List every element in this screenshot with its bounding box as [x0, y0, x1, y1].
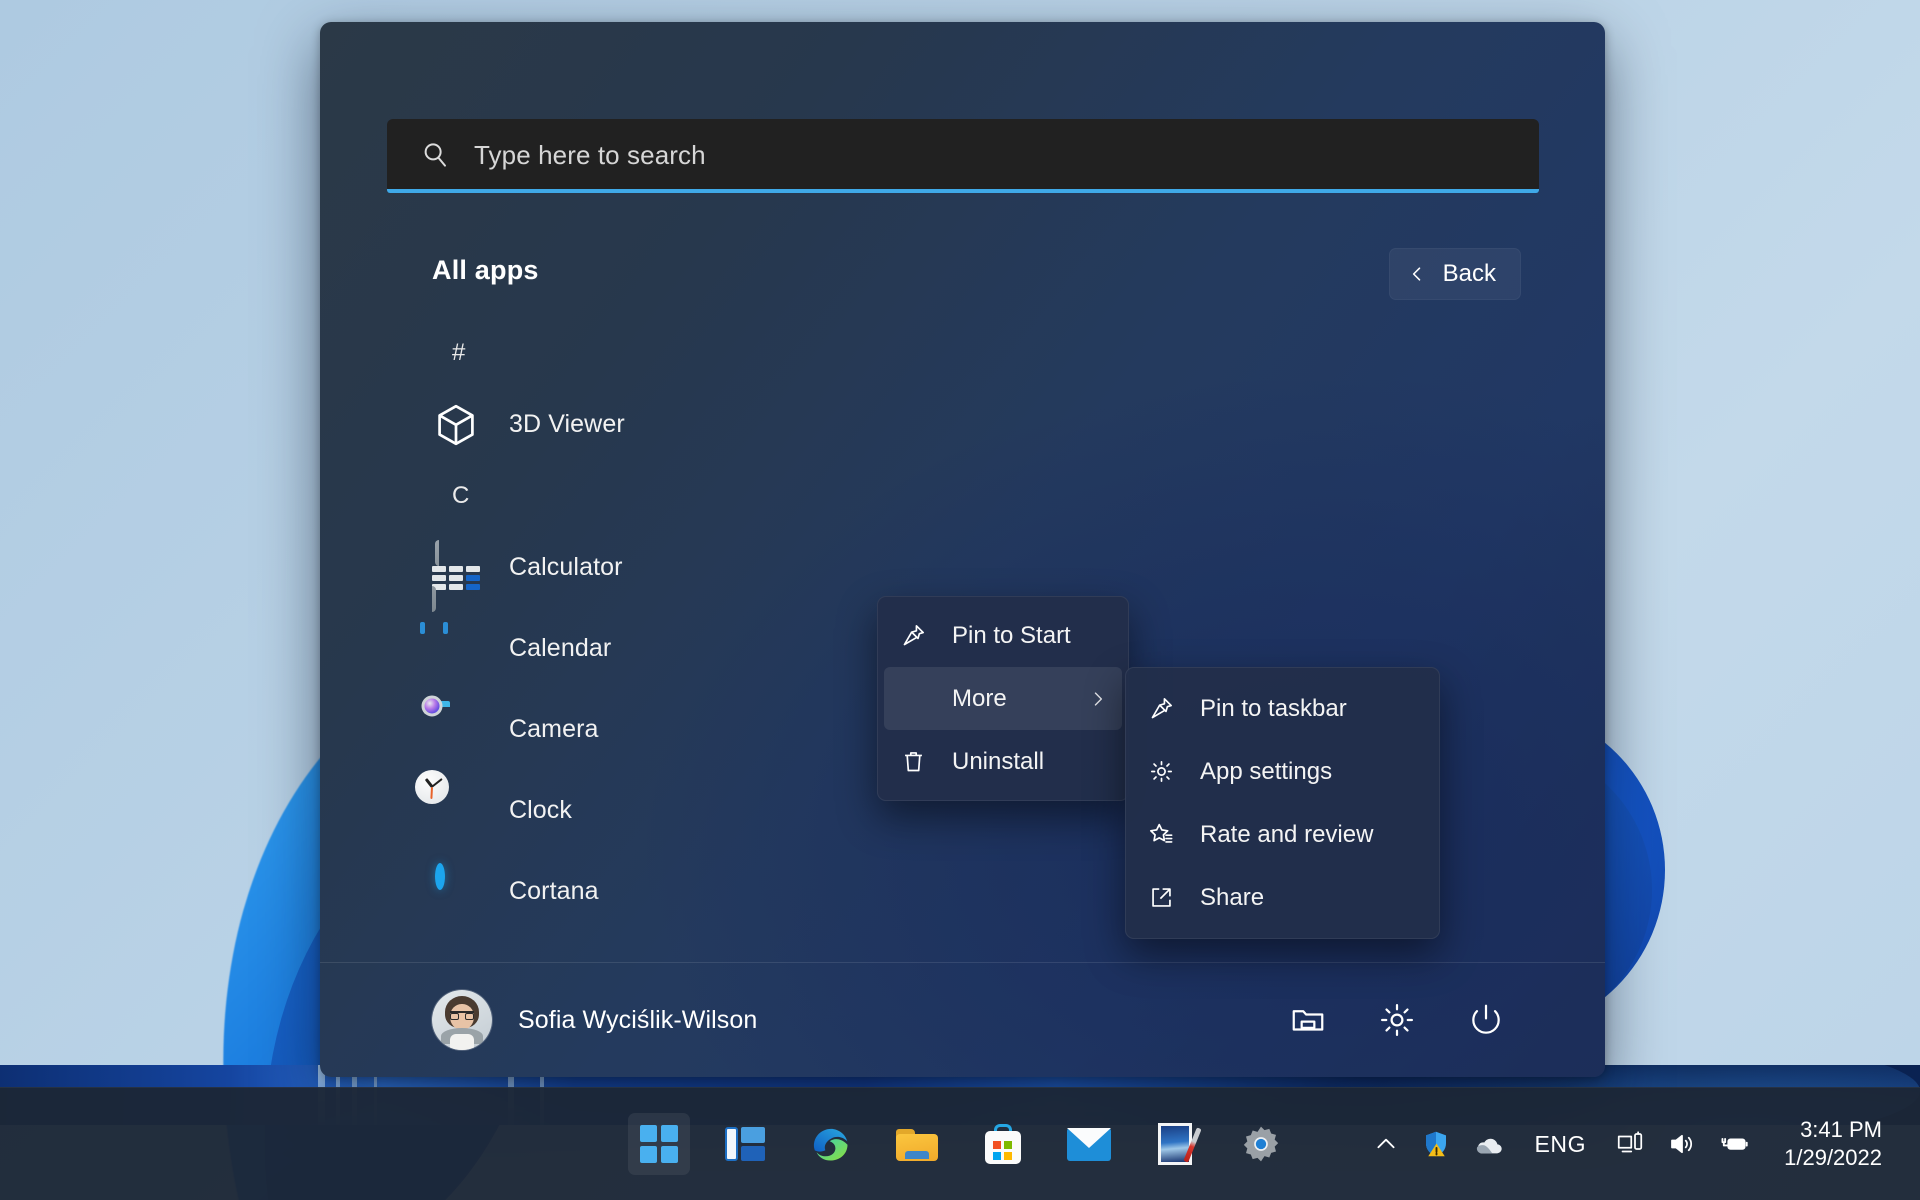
cloud-icon[interactable] — [1462, 1128, 1516, 1160]
search-icon — [420, 140, 450, 170]
calculator-icon — [432, 539, 480, 612]
edge-button[interactable] — [800, 1113, 862, 1175]
context-menu-item-more[interactable]: More — [884, 667, 1122, 730]
task-view-icon — [725, 1127, 765, 1161]
section-header-hash: # — [452, 339, 466, 366]
paint-button[interactable] — [1144, 1113, 1206, 1175]
context-submenu[interactable]: Pin to taskbar App settings Rate and rev… — [1125, 667, 1440, 939]
user-account-button[interactable]: Sofia Wyciślik-Wilson — [320, 990, 757, 1050]
chevron-left-icon — [1407, 264, 1427, 284]
submenu-item-label: Rate and review — [1200, 820, 1374, 848]
gear-icon[interactable] — [1374, 997, 1420, 1043]
battery-charging-icon[interactable] — [1708, 1128, 1762, 1160]
start-menu-panel: Type here to search All apps Back # 3D V… — [320, 22, 1605, 1077]
start-menu-footer: Sofia Wyciślik-Wilson — [320, 963, 1605, 1077]
edge-icon — [809, 1122, 853, 1166]
shield-warning-icon[interactable] — [1410, 1129, 1462, 1159]
system-tray: ENG 3:41 PM 1/29/2022 — [1362, 1088, 1920, 1200]
settings-gear-icon — [1241, 1124, 1281, 1164]
clock-icon — [415, 769, 480, 835]
context-menu-item-label: Uninstall — [952, 747, 1045, 775]
app-label: Cortana — [509, 877, 599, 905]
mail-button[interactable] — [1058, 1113, 1120, 1175]
calendar-icon — [420, 621, 480, 673]
app-label: Calendar — [509, 634, 612, 662]
chevron-up-icon[interactable] — [1362, 1131, 1410, 1157]
submenu-item-label: Pin to taskbar — [1200, 694, 1347, 722]
search-input[interactable]: Type here to search — [387, 119, 1539, 191]
page-title: All apps — [432, 255, 539, 285]
context-menu-item-label: More — [952, 684, 1007, 712]
chevron-right-icon — [1088, 689, 1108, 709]
pin-icon — [898, 622, 928, 649]
section-header-c: C — [452, 482, 470, 509]
windows-logo-icon — [640, 1125, 678, 1163]
submenu-item-label: App settings — [1200, 757, 1333, 785]
search-placeholder-text: Type here to search — [474, 139, 706, 170]
back-button[interactable]: Back — [1388, 248, 1521, 300]
cube-icon — [432, 401, 480, 449]
trash-icon — [898, 748, 928, 775]
file-explorer-button[interactable] — [886, 1113, 948, 1175]
network-monitor-icon[interactable] — [1604, 1129, 1656, 1159]
settings-button[interactable] — [1230, 1113, 1292, 1175]
speaker-icon[interactable] — [1656, 1129, 1708, 1159]
power-icon[interactable] — [1463, 997, 1509, 1043]
avatar — [432, 990, 492, 1050]
back-button-label: Back — [1442, 260, 1496, 287]
app-item-3d-viewer[interactable]: 3D Viewer — [320, 384, 1605, 465]
task-view-button[interactable] — [714, 1113, 776, 1175]
context-menu[interactable]: Pin to Start More Uninstall — [877, 596, 1129, 801]
submenu-item-app-settings[interactable]: App settings — [1132, 740, 1433, 803]
app-label: Calculator — [509, 553, 623, 581]
taskbar-clock[interactable]: 3:41 PM 1/29/2022 — [1762, 1116, 1898, 1172]
submenu-item-share[interactable]: Share — [1132, 866, 1433, 929]
star-rate-icon — [1146, 821, 1176, 848]
context-menu-item-uninstall[interactable]: Uninstall — [884, 730, 1122, 793]
store-icon — [985, 1124, 1021, 1164]
documents-folder-icon[interactable] — [1285, 997, 1331, 1043]
context-menu-item-pin-to-start[interactable]: Pin to Start — [884, 604, 1122, 667]
app-label: 3D Viewer — [509, 410, 625, 438]
app-label: Camera — [509, 715, 599, 743]
clock-time: 3:41 PM — [1800, 1116, 1882, 1142]
share-icon — [1146, 884, 1176, 911]
gear-icon — [1146, 758, 1176, 785]
submenu-item-pin-to-taskbar[interactable]: Pin to taskbar — [1132, 677, 1433, 740]
submenu-item-label: Share — [1200, 883, 1265, 911]
pin-icon — [1146, 695, 1176, 722]
cortana-icon — [432, 862, 480, 916]
folder-icon — [896, 1127, 938, 1161]
search-underline — [387, 189, 1539, 193]
language-indicator[interactable]: ENG — [1516, 1131, 1604, 1158]
context-menu-item-label: Pin to Start — [952, 621, 1071, 649]
camera-icon — [421, 695, 480, 754]
microsoft-store-button[interactable] — [972, 1113, 1034, 1175]
start-button[interactable] — [628, 1113, 690, 1175]
submenu-item-rate-and-review[interactable]: Rate and review — [1132, 803, 1433, 866]
taskbar: ENG 3:41 PM 1/29/2022 — [0, 1087, 1920, 1200]
app-label: Clock — [509, 796, 573, 824]
paint-icon — [1158, 1123, 1202, 1165]
mail-icon — [1067, 1127, 1111, 1161]
clock-date: 1/29/2022 — [1784, 1145, 1882, 1170]
user-name-label: Sofia Wyciślik-Wilson — [518, 1005, 758, 1034]
